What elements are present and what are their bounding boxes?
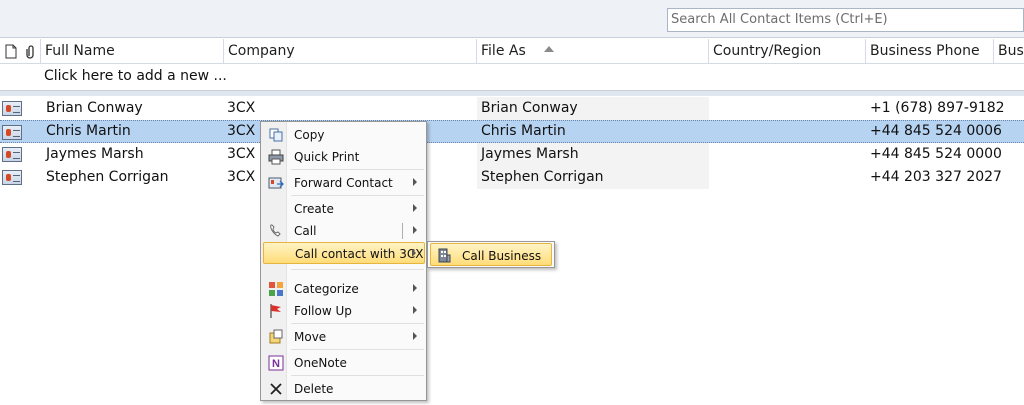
table-row[interactable]: Stephen Corrigan 3CX Stephen Corrigan +4… bbox=[0, 166, 1024, 189]
submenu-arrow-icon bbox=[413, 204, 417, 212]
menu-item-label: Call contact with 3CX bbox=[295, 247, 424, 261]
add-new-label: Click here to add a new ... bbox=[44, 68, 227, 84]
table-row-selected[interactable]: Chris Martin 3CX Chris Martin +44 845 52… bbox=[0, 120, 1024, 143]
menu-item-label: Move bbox=[294, 330, 327, 344]
menu-item-onenote[interactable]: N OneNote bbox=[263, 352, 425, 374]
printer-icon bbox=[268, 149, 284, 165]
search-input[interactable]: Search All Contact Items (Ctrl+E) bbox=[667, 8, 1024, 32]
menu-separator bbox=[291, 169, 424, 170]
business-phone-cell: +1 (678) 897-9182 bbox=[870, 100, 1005, 116]
business-phone-cell: +44 845 524 0000 bbox=[870, 146, 1002, 162]
column-business-fax-label: Bus bbox=[998, 43, 1024, 59]
business-phone-cell: +44 203 327 2027 bbox=[870, 169, 1002, 185]
file-as-cell: Stephen Corrigan bbox=[481, 169, 604, 185]
contact-card-icon bbox=[2, 170, 22, 185]
file-as-cell: Brian Conway bbox=[481, 100, 578, 116]
column-header-row: Full Name Company File As Country/Region… bbox=[0, 39, 1024, 64]
search-bar-area: Search All Contact Items (Ctrl+E) bbox=[0, 0, 1024, 38]
menu-separator bbox=[291, 269, 424, 270]
business-phone-cell: +44 845 524 0006 bbox=[870, 123, 1002, 139]
column-full-name[interactable]: Full Name bbox=[40, 39, 224, 64]
menu-item-move[interactable]: Move bbox=[263, 326, 425, 348]
company-cell: 3CX bbox=[227, 100, 256, 116]
copy-icon bbox=[268, 127, 284, 143]
column-country-label: Country/Region bbox=[713, 43, 822, 59]
company-cell: 3CX bbox=[227, 169, 256, 185]
menu-item-delete[interactable]: Delete bbox=[263, 378, 425, 400]
file-as-cell: Jaymes Marsh bbox=[481, 146, 579, 162]
full-name-cell: Stephen Corrigan bbox=[46, 169, 169, 185]
column-business-phone-label: Business Phone bbox=[870, 43, 980, 59]
submenu-arrow-icon bbox=[413, 178, 417, 186]
svg-text:N: N bbox=[272, 358, 280, 370]
attachment-icon[interactable] bbox=[24, 44, 38, 59]
menu-item-label: Call bbox=[294, 224, 317, 238]
menu-separator bbox=[291, 349, 424, 350]
company-cell: 3CX bbox=[227, 146, 256, 162]
column-country[interactable]: Country/Region bbox=[709, 39, 866, 64]
submenu-arrow-icon bbox=[413, 284, 417, 292]
forward-contact-icon bbox=[268, 175, 284, 191]
group-divider bbox=[0, 90, 1024, 96]
submenu-arrow-icon bbox=[412, 249, 416, 257]
menu-separator bbox=[291, 323, 424, 324]
categorize-icon bbox=[268, 281, 284, 297]
contact-card-icon bbox=[2, 125, 22, 140]
file-as-cell: Chris Martin bbox=[481, 123, 566, 139]
column-file-as-label: File As bbox=[481, 43, 526, 59]
column-full-name-label: Full Name bbox=[45, 43, 115, 59]
submenu-arrow-icon bbox=[413, 306, 417, 314]
menu-item-call-business[interactable]: Call Business bbox=[430, 243, 552, 266]
building-icon bbox=[436, 247, 452, 263]
menu-item-follow-up[interactable]: Follow Up bbox=[263, 300, 425, 322]
menu-item-label: Delete bbox=[294, 382, 334, 396]
full-name-cell: Brian Conway bbox=[46, 100, 143, 116]
sort-ascending-icon bbox=[543, 46, 554, 52]
menu-item-forward-contact[interactable]: Forward Contact bbox=[263, 172, 425, 194]
menu-item-label: Forward Contact bbox=[294, 176, 393, 190]
submenu-arrow-icon bbox=[413, 332, 417, 340]
table-row[interactable]: Brian Conway 3CX Brian Conway +1 (678) 8… bbox=[0, 97, 1024, 120]
menu-item-label: Copy bbox=[294, 128, 325, 142]
menu-item-create[interactable]: Create bbox=[263, 198, 425, 220]
call-contact-submenu: Call Business bbox=[427, 241, 555, 268]
column-company[interactable]: Company bbox=[224, 39, 477, 64]
menu-item-call[interactable]: Call bbox=[263, 220, 425, 242]
full-name-cell: Chris Martin bbox=[46, 123, 131, 139]
company-cell: 3CX bbox=[227, 123, 256, 139]
column-file-as[interactable]: File As bbox=[477, 39, 709, 64]
menu-item-copy[interactable]: Copy bbox=[263, 124, 425, 146]
column-business-fax[interactable]: Bus bbox=[994, 39, 1024, 64]
menu-item-label: Follow Up bbox=[294, 304, 352, 318]
table-row[interactable]: Jaymes Marsh 3CX Jaymes Marsh +44 845 52… bbox=[0, 143, 1024, 166]
flag-icon bbox=[268, 303, 284, 319]
menu-item-quick-print[interactable]: Quick Print bbox=[263, 146, 425, 168]
column-business-phone[interactable]: Business Phone bbox=[866, 39, 994, 64]
phone-icon bbox=[268, 223, 284, 239]
context-menu: Copy Quick Print Forward Contact Create … bbox=[260, 121, 427, 401]
menu-item-call-contact-3cx[interactable]: Call contact with 3CX bbox=[263, 242, 425, 264]
add-new-row[interactable]: Click here to add a new ... bbox=[0, 64, 1024, 89]
onenote-icon: N bbox=[268, 355, 284, 371]
full-name-cell: Jaymes Marsh bbox=[46, 146, 144, 162]
menu-item-label: Call Business bbox=[462, 249, 542, 263]
split-button-separator bbox=[402, 223, 403, 239]
menu-separator bbox=[291, 195, 424, 196]
contact-card-icon bbox=[2, 101, 22, 116]
delete-icon bbox=[268, 381, 284, 397]
submenu-arrow-icon bbox=[413, 226, 417, 234]
menu-item-label: OneNote bbox=[294, 356, 347, 370]
menu-item-label: Quick Print bbox=[294, 150, 360, 164]
menu-item-label: Categorize bbox=[294, 282, 359, 296]
menu-separator bbox=[291, 375, 424, 376]
item-type-icon[interactable] bbox=[4, 44, 18, 59]
outlook-contacts-view: Search All Contact Items (Ctrl+E) Full N… bbox=[0, 0, 1024, 405]
move-icon bbox=[268, 329, 284, 345]
contact-card-icon bbox=[2, 147, 22, 162]
menu-item-label: Create bbox=[294, 202, 334, 216]
column-company-label: Company bbox=[228, 43, 295, 59]
menu-item-categorize[interactable]: Categorize bbox=[263, 278, 425, 300]
